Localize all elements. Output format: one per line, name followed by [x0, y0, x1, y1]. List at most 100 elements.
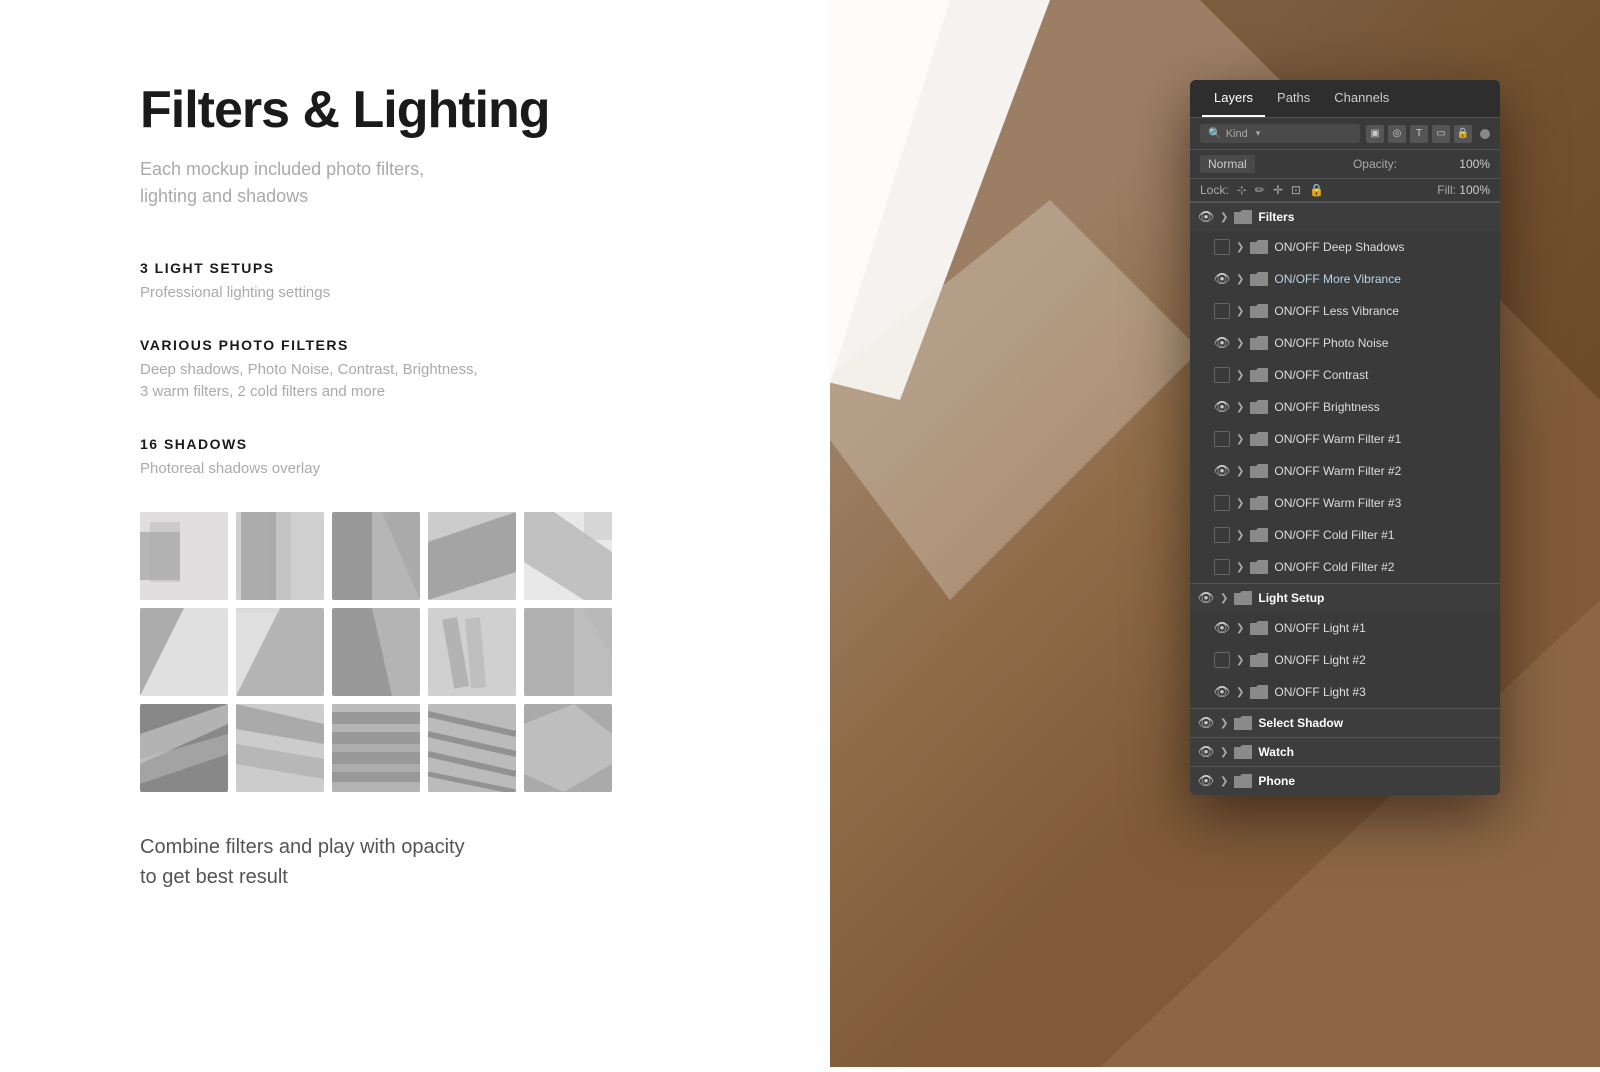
chevron-select-shadow: ❯ [1220, 718, 1228, 729]
tab-paths[interactable]: Paths [1265, 80, 1322, 117]
folder-phone [1234, 774, 1252, 788]
layer-less-vibrance[interactable]: ❯ ON/OFF Less Vibrance [1190, 295, 1500, 327]
lock-all-icon[interactable]: 🔒 [1309, 183, 1324, 197]
layer-warm-2[interactable]: 👁 ❯ ON/OFF Warm Filter #2 [1190, 455, 1500, 487]
lock-move-icon[interactable]: ⊹ [1237, 183, 1247, 197]
layer-name-light-2: ON/OFF Light #2 [1274, 653, 1492, 667]
blend-mode-dropdown[interactable]: Normal [1200, 155, 1255, 173]
eye-brightness[interactable]: 👁 [1214, 399, 1230, 415]
eye-photo-noise[interactable]: 👁 [1214, 335, 1230, 351]
feature-title-shadows: 16 SHADOWS [140, 436, 750, 452]
folder-warm-1 [1250, 432, 1268, 446]
layer-name-light-3: ON/OFF Light #3 [1274, 685, 1492, 699]
tab-channels[interactable]: Channels [1322, 80, 1401, 117]
search-label: Kind [1226, 128, 1248, 140]
chevron-brightness: ❯ [1236, 402, 1244, 413]
feature-desc-shadows: Photoreal shadows overlay [140, 458, 750, 481]
lock-artboard-icon[interactable]: ⊡ [1291, 183, 1301, 197]
shadow-thumb-6 [140, 608, 228, 696]
opacity-value: 100% [1459, 157, 1490, 171]
subtitle: Each mockup included photo filters, ligh… [140, 156, 750, 210]
layer-cold-2[interactable]: ❯ ON/OFF Cold Filter #2 [1190, 551, 1500, 583]
layer-light-2[interactable]: ❯ ON/OFF Light #2 [1190, 644, 1500, 676]
folder-watch [1234, 745, 1252, 759]
layer-cold-1[interactable]: ❯ ON/OFF Cold Filter #1 [1190, 519, 1500, 551]
eye-light-setup[interactable]: 👁 [1198, 590, 1214, 606]
chevron-more-vibrance: ❯ [1236, 274, 1244, 285]
eye-light-1[interactable]: 👁 [1214, 620, 1230, 636]
layer-name-contrast: ON/OFF Contrast [1274, 368, 1492, 382]
combine-text: Combine filters and play with opacity to… [140, 832, 750, 892]
folder-brightness [1250, 400, 1268, 414]
layer-name-photo-noise: ON/OFF Photo Noise [1274, 336, 1492, 350]
group-watch-name: Watch [1258, 745, 1294, 759]
checkbox-cold-1[interactable] [1214, 527, 1230, 543]
feature-title-filters: VARIOUS PHOTO FILTERS [140, 337, 750, 353]
layer-name-warm-3: ON/OFF Warm Filter #3 [1274, 496, 1492, 510]
checkbox-light-2[interactable] [1214, 652, 1230, 668]
layer-contrast[interactable]: ❯ ON/OFF Contrast [1190, 359, 1500, 391]
layer-more-vibrance[interactable]: 👁 ❯ ON/OFF More Vibrance [1190, 263, 1500, 295]
lock-position-icon[interactable]: ✛ [1273, 183, 1283, 197]
group-filters-name: Filters [1258, 210, 1294, 224]
content-area: Filters & Lighting Each mockup included … [0, 0, 830, 1067]
group-light-setup-header[interactable]: 👁 ❯ Light Setup [1190, 583, 1500, 612]
search-box[interactable]: 🔍 Kind ▾ [1200, 124, 1360, 143]
layer-light-1[interactable]: 👁 ❯ ON/OFF Light #1 [1190, 612, 1500, 644]
group-phone-header[interactable]: 👁 ❯ Phone [1190, 766, 1500, 795]
eye-light-3[interactable]: 👁 [1214, 684, 1230, 700]
search-icon: 🔍 [1208, 127, 1222, 140]
chevron-photo-noise: ❯ [1236, 338, 1244, 349]
filter-shape-icon[interactable]: ▭ [1432, 125, 1450, 143]
chevron-light-1: ❯ [1236, 623, 1244, 634]
panel-tabs: Layers Paths Channels [1190, 80, 1500, 118]
filter-dot-icon [1480, 129, 1490, 139]
chevron-light-setup: ❯ [1220, 593, 1228, 604]
layers-list[interactable]: 👁 ❯ Filters ❯ ON/OFF Deep Shadows 👁 ❯ ON… [1190, 202, 1500, 795]
feature-photo-filters: VARIOUS PHOTO FILTERS Deep shadows, Phot… [140, 337, 750, 404]
tab-layers[interactable]: Layers [1202, 80, 1265, 117]
folder-light-3 [1250, 685, 1268, 699]
folder-warm-3 [1250, 496, 1268, 510]
eye-watch[interactable]: 👁 [1198, 744, 1214, 760]
shadow-thumb-2 [236, 512, 324, 600]
eye-phone[interactable]: 👁 [1198, 773, 1214, 789]
eye-filters-icon[interactable]: 👁 [1198, 209, 1214, 225]
chevron-light-3: ❯ [1236, 687, 1244, 698]
group-filters-header[interactable]: 👁 ❯ Filters [1190, 202, 1500, 231]
eye-select-shadow[interactable]: 👁 [1198, 715, 1214, 731]
checkbox-deep-shadows[interactable] [1214, 239, 1230, 255]
shadow-thumb-5 [524, 512, 612, 600]
layer-light-3[interactable]: 👁 ❯ ON/OFF Light #3 [1190, 676, 1500, 708]
shadow-thumb-4 [428, 512, 516, 600]
layer-brightness[interactable]: 👁 ❯ ON/OFF Brightness [1190, 391, 1500, 423]
folder-photo-noise [1250, 336, 1268, 350]
checkbox-less-vibrance[interactable] [1214, 303, 1230, 319]
layer-deep-shadows[interactable]: ❯ ON/OFF Deep Shadows [1190, 231, 1500, 263]
chevron-filters-icon: ❯ [1220, 212, 1228, 223]
shadow-thumb-13 [332, 704, 420, 792]
layer-warm-3[interactable]: ❯ ON/OFF Warm Filter #3 [1190, 487, 1500, 519]
photoshop-panel: Layers Paths Channels 🔍 Kind ▾ ▣ ◎ T ▭ 🔒… [1190, 80, 1500, 795]
checkbox-warm-1[interactable] [1214, 431, 1230, 447]
group-watch-header[interactable]: 👁 ❯ Watch [1190, 737, 1500, 766]
folder-cold-1 [1250, 528, 1268, 542]
eye-warm-2[interactable]: 👁 [1214, 463, 1230, 479]
layer-name-warm-1: ON/OFF Warm Filter #1 [1274, 432, 1492, 446]
layer-photo-noise[interactable]: 👁 ❯ ON/OFF Photo Noise [1190, 327, 1500, 359]
filter-pixel-icon[interactable]: ▣ [1366, 125, 1384, 143]
checkbox-contrast[interactable] [1214, 367, 1230, 383]
chevron-deep-shadows: ❯ [1236, 242, 1244, 253]
checkbox-cold-2[interactable] [1214, 559, 1230, 575]
layer-warm-1[interactable]: ❯ ON/OFF Warm Filter #1 [1190, 423, 1500, 455]
filter-adjust-icon[interactable]: ◎ [1388, 125, 1406, 143]
checkbox-warm-3[interactable] [1214, 495, 1230, 511]
group-select-shadow-header[interactable]: 👁 ❯ Select Shadow [1190, 708, 1500, 737]
lock-brush-icon[interactable]: ✏ [1255, 183, 1265, 197]
folder-less-vibrance [1250, 304, 1268, 318]
eye-more-vibrance[interactable]: 👁 [1214, 271, 1230, 287]
filter-smart-icon[interactable]: 🔒 [1454, 125, 1472, 143]
filter-type-icon[interactable]: T [1410, 125, 1428, 143]
layer-name-light-1: ON/OFF Light #1 [1274, 621, 1492, 635]
feature-title-light: 3 LIGHT SETUPS [140, 260, 750, 276]
